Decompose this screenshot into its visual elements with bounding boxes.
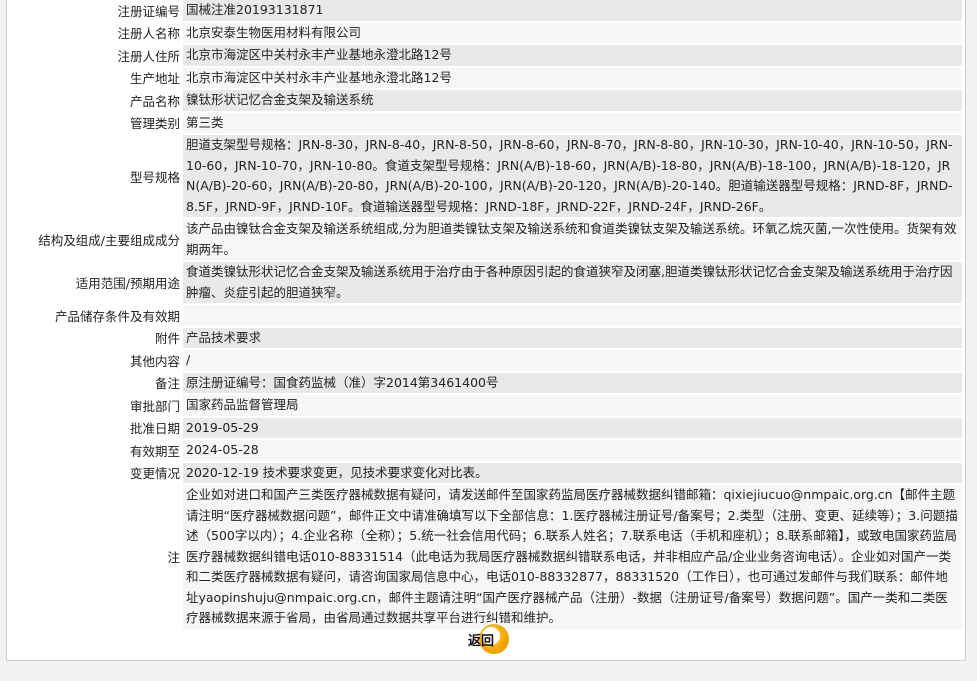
table-row: 生产地址 北京市海淀区中关村永丰产业基地永澄北路12号 (10, 67, 962, 88)
field-label: 结构及组成/主要组成成分 (10, 219, 183, 260)
field-label: 产品储存条件及有效期 (10, 305, 183, 326)
table-row: 注册人名称 北京安泰生物医用材料有限公司 (10, 22, 962, 43)
field-value: 国械注准20193131871 (183, 0, 962, 21)
field-label: 审批部门 (10, 395, 183, 416)
field-value: 该产品由镍钛合金支架及输送系统组成,分为胆道类镍钛支架及输送系统和食道类镍钛支架… (183, 219, 962, 260)
field-value: 国家药品监督管理局 (183, 395, 962, 416)
field-label: 注 (10, 485, 183, 629)
back-button[interactable]: 返回 (465, 623, 521, 655)
table-row: 适用范围/预期用途 食道类镍钛形状记忆合金支架及输送系统用于治疗由于各种原因引起的… (10, 262, 962, 303)
field-value: 镍钛形状记忆合金支架及输送系统 (183, 90, 962, 111)
field-label: 有效期至 (10, 440, 183, 461)
field-value: 北京市海淀区中关村永丰产业基地永澄北路12号 (183, 67, 962, 88)
table-row: 变更情况 2020-12-19 技术要求变更，见技术要求变化对比表。 (10, 462, 962, 483)
field-label: 适用范围/预期用途 (10, 262, 183, 303)
table-row: 附件 产品技术要求 (10, 327, 962, 348)
field-label: 生产地址 (10, 67, 183, 88)
field-value: 2024-05-28 (183, 440, 962, 461)
table-row: 注册证编号 国械注准20193131871 (10, 0, 962, 21)
field-value (183, 305, 962, 326)
field-value: 原注册证编号：国食药监械（准）字2014第3461400号 (183, 372, 962, 393)
table-row: 产品名称 镍钛形状记忆合金支架及输送系统 (10, 90, 962, 111)
table-row: 批准日期 2019-05-29 (10, 417, 962, 438)
table-row: 注册人住所 北京市海淀区中关村永丰产业基地永澄北路12号 (10, 45, 962, 66)
field-label: 管理类别 (10, 112, 183, 133)
table-row: 其他内容 / (10, 350, 962, 371)
field-value: 产品技术要求 (183, 327, 962, 348)
field-label: 注册人住所 (10, 45, 183, 66)
registration-detail-table: 注册证编号 国械注准20193131871 注册人名称 北京安泰生物医用材料有限公司注… (10, 0, 962, 631)
field-value: / (183, 350, 962, 371)
field-label: 备注 (10, 372, 183, 393)
table-row: 备注 原注册证编号：国食药监械（准）字2014第3461400号 (10, 372, 962, 393)
field-label: 产品名称 (10, 90, 183, 111)
field-label: 变更情况 (10, 462, 183, 483)
field-label: 其他内容 (10, 350, 183, 371)
field-value: 北京安泰生物医用材料有限公司 (183, 22, 962, 43)
field-label: 批准日期 (10, 417, 183, 438)
back-button-label: 返回 (468, 634, 495, 649)
table-row: 审批部门 国家药品监督管理局 (10, 395, 962, 416)
table-row: 结构及组成/主要组成成分 该产品由镍钛合金支架及输送系统组成,分为胆道类镍钛支架及… (10, 219, 962, 260)
field-label: 注册人名称 (10, 22, 183, 43)
field-value: 2020-12-19 技术要求变更，见技术要求变化对比表。 (183, 462, 962, 483)
field-label: 附件 (10, 327, 183, 348)
field-value: 企业如对进口和国产三类医疗器械数据有疑问，请发送邮件至国家药监局医疗器械数据纠错… (183, 485, 962, 629)
field-value: 北京市海淀区中关村永丰产业基地永澄北路12号 (183, 45, 962, 66)
table-row: 型号规格 胆道支架型号规格：JRN-8-30，JRN-8-40，JRN-8-50，… (10, 135, 962, 217)
table-row: 产品储存条件及有效期 (10, 305, 962, 326)
field-value: 胆道支架型号规格：JRN-8-30，JRN-8-40，JRN-8-50，JRN-… (183, 135, 962, 217)
table-row: 有效期至 2024-05-28 (10, 440, 962, 461)
field-value: 2019-05-29 (183, 417, 962, 438)
field-value: 食道类镍钛形状记忆合金支架及输送系统用于治疗由于各种原因引起的食道狭窄及闭塞,胆… (183, 262, 962, 303)
table-row: 管理类别 第三类 (10, 112, 962, 133)
field-label: 型号规格 (10, 135, 183, 217)
field-value: 第三类 (183, 112, 962, 133)
detail-panel: 注册证编号 国械注准20193131871 注册人名称 北京安泰生物医用材料有限公司注… (6, 0, 966, 661)
table-row: 注企业如对进口和国产三类医疗器械数据有疑问，请发送邮件至国家药监局医疗器械数据纠… (10, 485, 962, 629)
field-label: 注册证编号 (10, 0, 183, 21)
